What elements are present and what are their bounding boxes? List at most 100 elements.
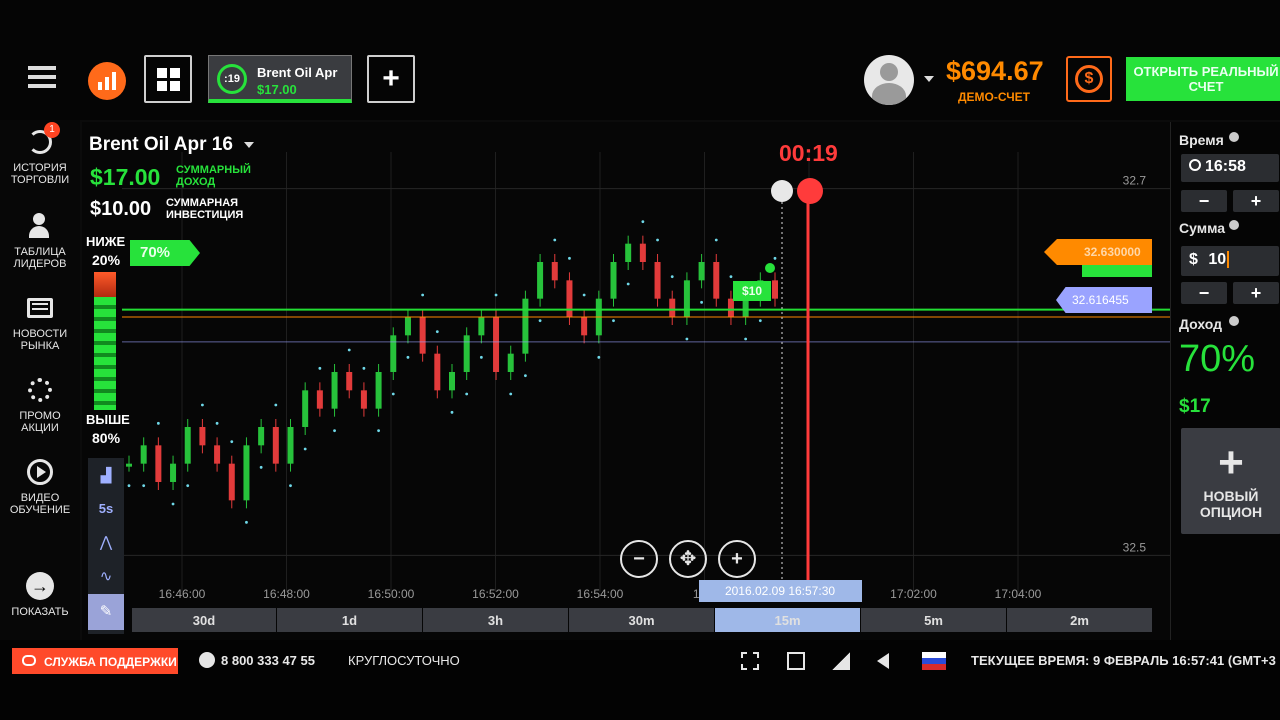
timeframe-1d[interactable]: 1d: [277, 608, 422, 632]
lower-label: НИЖЕ: [86, 234, 126, 249]
sar-dot: [406, 355, 410, 359]
support-button[interactable]: СЛУЖБА ПОДДЕРЖКИ: [12, 648, 178, 674]
x-tick-label: 16:48:00: [263, 587, 310, 601]
timeframe-3h[interactable]: 3h: [423, 608, 568, 632]
candle: [228, 463, 235, 501]
help-icon[interactable]: [1229, 316, 1239, 326]
timeframe-30m[interactable]: 30m: [569, 608, 714, 632]
candle: [302, 390, 309, 427]
indicator-icon[interactable]: ∿: [88, 560, 124, 594]
sidebar-item-history[interactable]: 1 ИСТОРИЯ ТОРГОВЛИ: [0, 122, 80, 186]
sar-dot: [259, 465, 263, 469]
sar-dot: [421, 293, 425, 297]
sar-dot: [670, 275, 674, 279]
draw-tool-icon[interactable]: ⋀: [88, 526, 124, 560]
amount-stepper: − +: [1181, 282, 1279, 304]
zoom-out-button[interactable]: −: [620, 540, 658, 578]
y-tick-label: 32.7: [1123, 174, 1147, 188]
leaders-icon: [26, 212, 54, 240]
sidebar-item-promo[interactable]: ПРОМО АКЦИИ: [0, 376, 80, 434]
candle: [493, 317, 500, 372]
grid-view-button[interactable]: [144, 55, 192, 103]
balance-mode: ДЕМО-СЧЕТ: [958, 90, 1031, 104]
exchange-icon[interactable]: $: [1066, 56, 1112, 102]
sar-dot: [641, 220, 645, 224]
chevron-down-icon[interactable]: [924, 76, 934, 82]
amount-minus-button[interactable]: −: [1181, 282, 1227, 304]
open-real-account-button[interactable]: ОТКРЫТЬ РЕАЛЬНЫЙ СЧЕТ: [1126, 57, 1280, 101]
timeframe-15m[interactable]: 15m: [715, 608, 860, 632]
recenter-button[interactable]: ✥: [669, 540, 707, 578]
help-icon[interactable]: [1229, 220, 1239, 230]
clock-icon: [1189, 159, 1201, 171]
expiry-countdown: 00:19: [779, 140, 838, 166]
sar-dot: [612, 319, 615, 323]
sar-dot: [274, 403, 278, 407]
sar-dot: [509, 392, 513, 396]
timeframe-30d[interactable]: 30d: [132, 608, 276, 632]
pencil-icon[interactable]: ✎: [88, 594, 124, 630]
timeframe-5m[interactable]: 5m: [861, 608, 1006, 632]
candle: [170, 463, 177, 482]
asset-title-text: Brent Oil Apr 16: [89, 134, 233, 155]
x-tick-label: 16:50:00: [368, 587, 415, 601]
candle: [419, 317, 426, 354]
lower-pct: 20%: [92, 252, 121, 268]
avatar[interactable]: [864, 55, 914, 105]
sar-dot: [714, 238, 718, 242]
timeframe-2m[interactable]: 2m: [1007, 608, 1152, 632]
sentiment-bar: [94, 272, 116, 410]
menu-icon[interactable]: [28, 66, 56, 90]
sar-dot: [538, 319, 542, 323]
candle: [404, 317, 411, 336]
sar-dot: [289, 484, 292, 488]
interval-button[interactable]: 5s: [88, 492, 124, 526]
trade-point: [765, 263, 775, 273]
active-asset-tab[interactable]: :19 Brent Oil Apr $17.00: [208, 55, 352, 103]
candle: [272, 427, 279, 464]
new-option-button[interactable]: + НОВЫЙ ОПЦИОН: [1181, 428, 1280, 534]
language-flag-icon[interactable]: [922, 652, 946, 670]
time-minus-button[interactable]: −: [1181, 190, 1227, 212]
chart-type-icon[interactable]: ▟: [88, 458, 124, 492]
candle: [537, 262, 544, 299]
time-plus-button[interactable]: +: [1233, 190, 1279, 212]
candle: [727, 298, 734, 317]
sidebar-item-label: ПРОМО АКЦИИ: [19, 410, 61, 434]
help-icon[interactable]: [1229, 132, 1239, 142]
candle: [669, 298, 676, 317]
history-badge: 1: [44, 122, 60, 138]
time-field[interactable]: 16:58: [1181, 154, 1279, 182]
candle: [126, 463, 132, 467]
asset-title[interactable]: Brent Oil Apr 16: [89, 134, 255, 156]
amount-plus-button[interactable]: +: [1233, 282, 1279, 304]
sar-dot: [465, 392, 469, 396]
bottom-bar: СЛУЖБА ПОДДЕРЖКИ 8 800 333 47 55 КРУГЛОС…: [0, 640, 1280, 720]
sar-dot: [553, 238, 557, 242]
trade-amount-badge[interactable]: $10: [733, 281, 771, 301]
chart-tools: ▟ 5s ⋀ ∿ ✎: [88, 458, 124, 634]
candle: [581, 317, 588, 336]
sidebar-item-video[interactable]: ВИДЕО ОБУЧЕНИЕ: [0, 458, 80, 516]
price-chart[interactable]: 16:46:00 16:48:00 16:50:00 16:52:00 16:54:00…: [82, 122, 1170, 640]
sidebar-item-show[interactable]: → ПОКАЗАТЬ: [0, 572, 80, 618]
x-tick-label: 16:54:00: [577, 587, 624, 601]
phone-number[interactable]: 8 800 333 47 55: [221, 653, 315, 668]
sidebar-item-news[interactable]: НОВОСТИ РЫНКА: [0, 294, 80, 352]
candle: [522, 298, 529, 354]
candle: [463, 335, 470, 372]
sar-dot: [201, 403, 204, 407]
layout-icon[interactable]: [787, 652, 805, 670]
total-income-value: $17.00: [90, 164, 161, 190]
sound-icon[interactable]: [877, 653, 889, 669]
sidebar-item-leaders[interactable]: ТАБЛИЦА ЛИДЕРОВ: [0, 212, 80, 270]
amount-field[interactable]: $ 10: [1181, 246, 1279, 276]
fullscreen-icon[interactable]: [741, 652, 759, 670]
candle: [360, 390, 367, 409]
zoom-in-button[interactable]: +: [718, 540, 756, 578]
currency-symbol: $: [1189, 251, 1198, 268]
add-asset-button[interactable]: +: [367, 55, 415, 103]
chart-style-icon[interactable]: [832, 652, 850, 670]
candle: [478, 317, 485, 336]
sar-dot: [479, 355, 483, 359]
